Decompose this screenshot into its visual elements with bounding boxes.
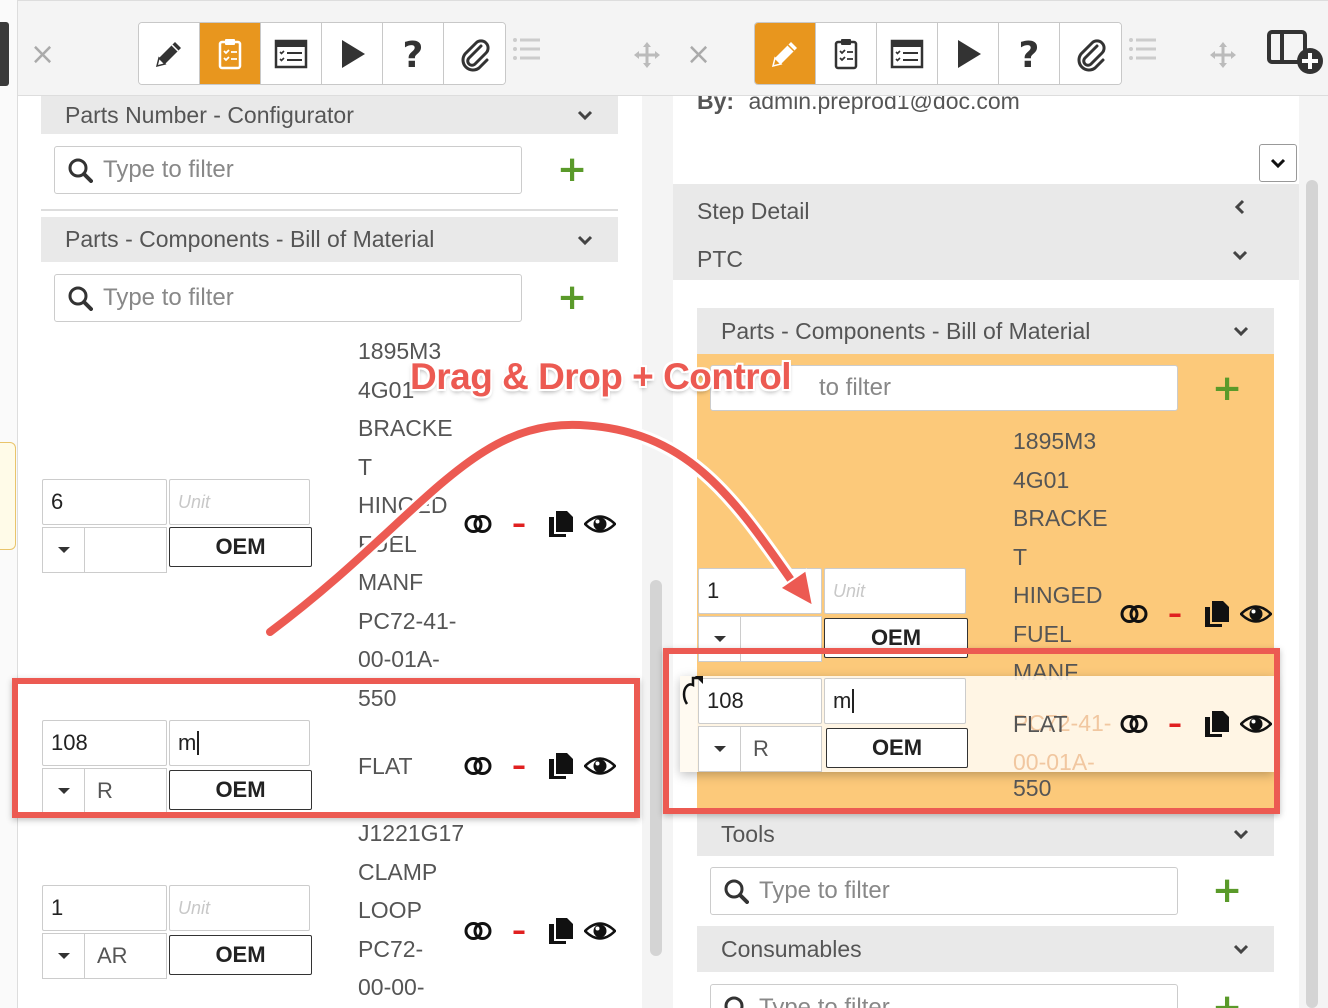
annotation-label: Drag & Drop + Control xyxy=(410,356,792,397)
drag-arrow xyxy=(263,417,815,639)
